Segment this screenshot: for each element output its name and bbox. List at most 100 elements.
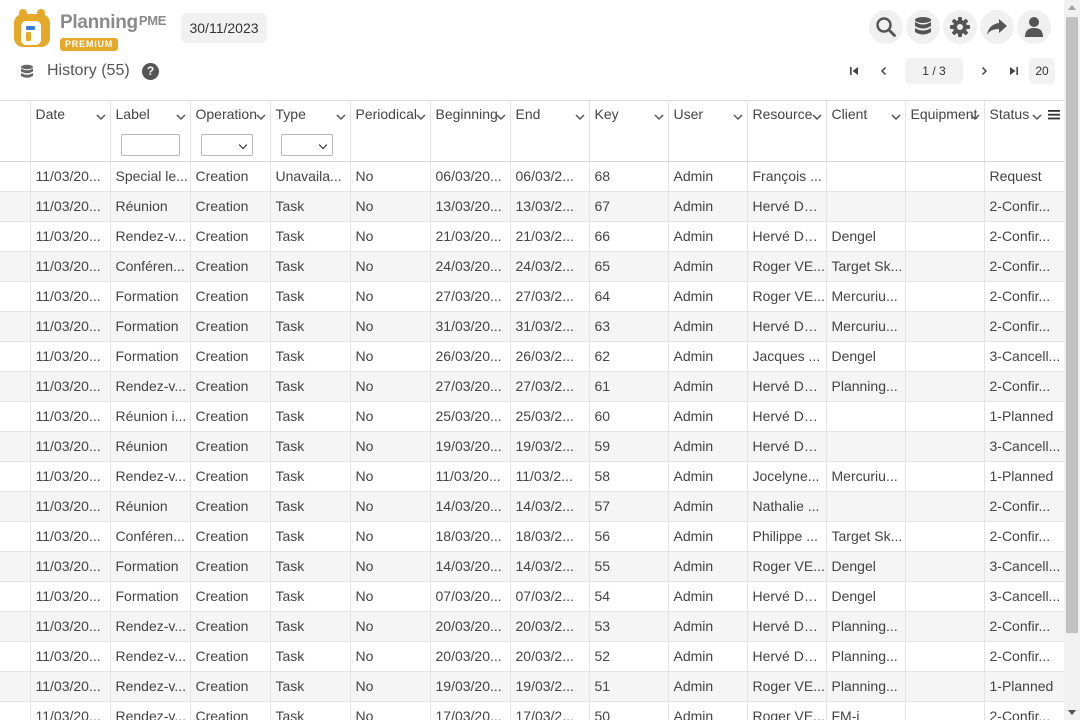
row-selector-cell[interactable] bbox=[0, 161, 31, 192]
table-row[interactable]: 11/03/20... Conféren... Creation Task No 24/0… bbox=[0, 251, 1064, 282]
scroll-thumb[interactable] bbox=[1066, 17, 1078, 633]
chevron-down-icon[interactable] bbox=[732, 108, 743, 124]
table-row[interactable]: 11/03/20... Rendez-v... Creation Task No 11/0… bbox=[0, 461, 1064, 492]
cell-equipment bbox=[905, 491, 985, 522]
column-header-client[interactable]: Client bbox=[826, 101, 906, 162]
row-selector-cell[interactable] bbox=[0, 551, 31, 582]
current-date-picker[interactable]: 30/11/2023 bbox=[181, 13, 267, 43]
database-button[interactable] bbox=[906, 10, 940, 44]
column-header-operation[interactable]: Operation bbox=[190, 101, 271, 162]
column-header-label[interactable]: Label bbox=[110, 101, 191, 162]
chevron-down-icon[interactable] bbox=[95, 108, 106, 124]
page-indicator[interactable]: 1 / 3 bbox=[905, 58, 963, 84]
last-page-button[interactable] bbox=[1001, 58, 1027, 84]
row-selector-cell[interactable] bbox=[0, 641, 31, 672]
operation-filter-select[interactable] bbox=[200, 134, 253, 156]
scroll-down-arrow[interactable] bbox=[1068, 710, 1076, 715]
search-button[interactable] bbox=[869, 10, 903, 44]
row-selector-cell[interactable] bbox=[0, 521, 31, 552]
chevron-down-icon[interactable] bbox=[495, 108, 506, 124]
row-selector-cell[interactable] bbox=[0, 461, 31, 492]
cell-label: Conféren... bbox=[110, 521, 191, 552]
table-row[interactable]: 11/03/20... Réunion Creation Task No 14/03/20… bbox=[0, 491, 1064, 522]
row-selector-cell[interactable] bbox=[0, 371, 31, 402]
chevron-down-icon[interactable] bbox=[811, 108, 822, 124]
table-row[interactable]: 11/03/20... Réunion i... Creation Task No 25/… bbox=[0, 401, 1064, 432]
table-row[interactable]: 11/03/20... Réunion Creation Task No 13/03/20… bbox=[0, 191, 1064, 222]
page-size-selector[interactable]: 20 bbox=[1029, 58, 1055, 84]
cell-beginning: 14/03/20... bbox=[430, 551, 511, 582]
row-selector-cell[interactable] bbox=[0, 221, 31, 252]
planning-pme-logo[interactable] bbox=[12, 8, 52, 48]
label-filter-input[interactable] bbox=[120, 134, 180, 156]
row-selector-cell[interactable] bbox=[0, 341, 31, 372]
cell-resource: Jocelyne... bbox=[747, 461, 827, 492]
row-selector-cell[interactable] bbox=[0, 611, 31, 642]
row-selector-cell[interactable] bbox=[0, 701, 31, 720]
chevron-down-icon[interactable] bbox=[969, 108, 980, 124]
table-row[interactable]: 11/03/20... Formation Creation Task No 07/03/… bbox=[0, 581, 1064, 612]
cell-status: 2-Confir... bbox=[984, 641, 1064, 672]
cell-periodical: No bbox=[350, 671, 431, 702]
column-menu-icon[interactable] bbox=[1047, 107, 1060, 123]
row-selector-cell[interactable] bbox=[0, 671, 31, 702]
cell-operation: Creation bbox=[190, 221, 271, 252]
row-selector-cell[interactable] bbox=[0, 581, 31, 612]
row-selector-cell[interactable] bbox=[0, 431, 31, 462]
chevron-down-icon[interactable] bbox=[175, 108, 186, 124]
user-button[interactable] bbox=[1017, 10, 1051, 44]
table-row[interactable]: 11/03/20... Réunion Creation Task No 19/03/20… bbox=[0, 431, 1064, 462]
table-row[interactable]: 11/03/20... Rendez-v... Creation Task No 21/0… bbox=[0, 221, 1064, 252]
column-header-key[interactable]: Key bbox=[589, 101, 669, 162]
table-row[interactable]: 11/03/20... Rendez-v... Creation Task No 19/0… bbox=[0, 671, 1064, 702]
share-button[interactable] bbox=[980, 10, 1014, 44]
cell-type: Task bbox=[270, 491, 351, 522]
column-header-beginning[interactable]: Beginning bbox=[430, 101, 511, 162]
first-page-button[interactable] bbox=[841, 58, 867, 84]
next-page-button[interactable] bbox=[971, 58, 997, 84]
column-header-end[interactable]: End bbox=[510, 101, 590, 162]
chevron-down-icon[interactable] bbox=[890, 108, 901, 124]
table-row[interactable]: 11/03/20... Formation Creation Task No 27/03/… bbox=[0, 281, 1064, 312]
row-selector-cell[interactable] bbox=[0, 281, 31, 312]
table-row[interactable]: 11/03/20... Rendez-v... Creation Task No 17/0… bbox=[0, 701, 1064, 720]
table-row[interactable]: 11/03/20... Rendez-v... Creation Task No 20/0… bbox=[0, 641, 1064, 672]
cell-equipment bbox=[905, 341, 985, 372]
table-row[interactable]: 11/03/20... Special le... Creation Unavaila… bbox=[0, 161, 1064, 192]
table-row[interactable]: 11/03/20... Rendez-v... Creation Task No 27/0… bbox=[0, 371, 1064, 402]
scroll-up-arrow[interactable] bbox=[1068, 5, 1076, 10]
column-header-type[interactable]: Type bbox=[270, 101, 351, 162]
column-header-resource[interactable]: Resource bbox=[747, 101, 827, 162]
cell-user: Admin bbox=[668, 341, 748, 372]
column-header-date[interactable]: Date bbox=[30, 101, 111, 162]
column-header-status[interactable]: Status bbox=[984, 101, 1064, 162]
help-icon[interactable]: ? bbox=[142, 63, 159, 80]
chevron-down-icon[interactable] bbox=[653, 108, 664, 124]
chevron-down-icon[interactable] bbox=[415, 108, 426, 124]
row-selector-cell[interactable] bbox=[0, 311, 31, 342]
cell-client bbox=[826, 191, 906, 222]
table-row[interactable]: 11/03/20... Conféren... Creation Task No 18/0… bbox=[0, 521, 1064, 552]
previous-page-button[interactable] bbox=[871, 58, 897, 84]
column-header-periodical[interactable]: Periodical bbox=[350, 101, 431, 162]
column-header-user[interactable]: User bbox=[668, 101, 748, 162]
table-row[interactable]: 11/03/20... Formation Creation Task No 31/03/… bbox=[0, 311, 1064, 342]
chevron-down-icon[interactable] bbox=[1031, 108, 1042, 124]
vertical-scrollbar[interactable] bbox=[1064, 0, 1080, 720]
row-selector-cell[interactable] bbox=[0, 191, 31, 222]
chevron-down-icon[interactable] bbox=[335, 108, 346, 124]
table-row[interactable]: 11/03/20... Formation Creation Task No 14/03/… bbox=[0, 551, 1064, 582]
table-row[interactable]: 11/03/20... Formation Creation Task No 26/03/… bbox=[0, 341, 1064, 372]
settings-button[interactable] bbox=[943, 10, 977, 44]
chevron-down-icon[interactable] bbox=[255, 108, 266, 124]
row-selector-cell[interactable] bbox=[0, 491, 31, 522]
chevron-down-icon[interactable] bbox=[574, 108, 585, 124]
cell-type: Unavaila... bbox=[270, 161, 351, 192]
row-selector-cell[interactable] bbox=[0, 251, 31, 282]
row-selector-cell[interactable] bbox=[0, 401, 31, 432]
cell-key: 62 bbox=[589, 341, 669, 372]
table-row[interactable]: 11/03/20... Rendez-v... Creation Task No 20/0… bbox=[0, 611, 1064, 642]
column-header-equipment[interactable]: Equipment bbox=[905, 101, 985, 162]
type-filter-select[interactable] bbox=[280, 134, 333, 156]
cell-type: Task bbox=[270, 611, 351, 642]
